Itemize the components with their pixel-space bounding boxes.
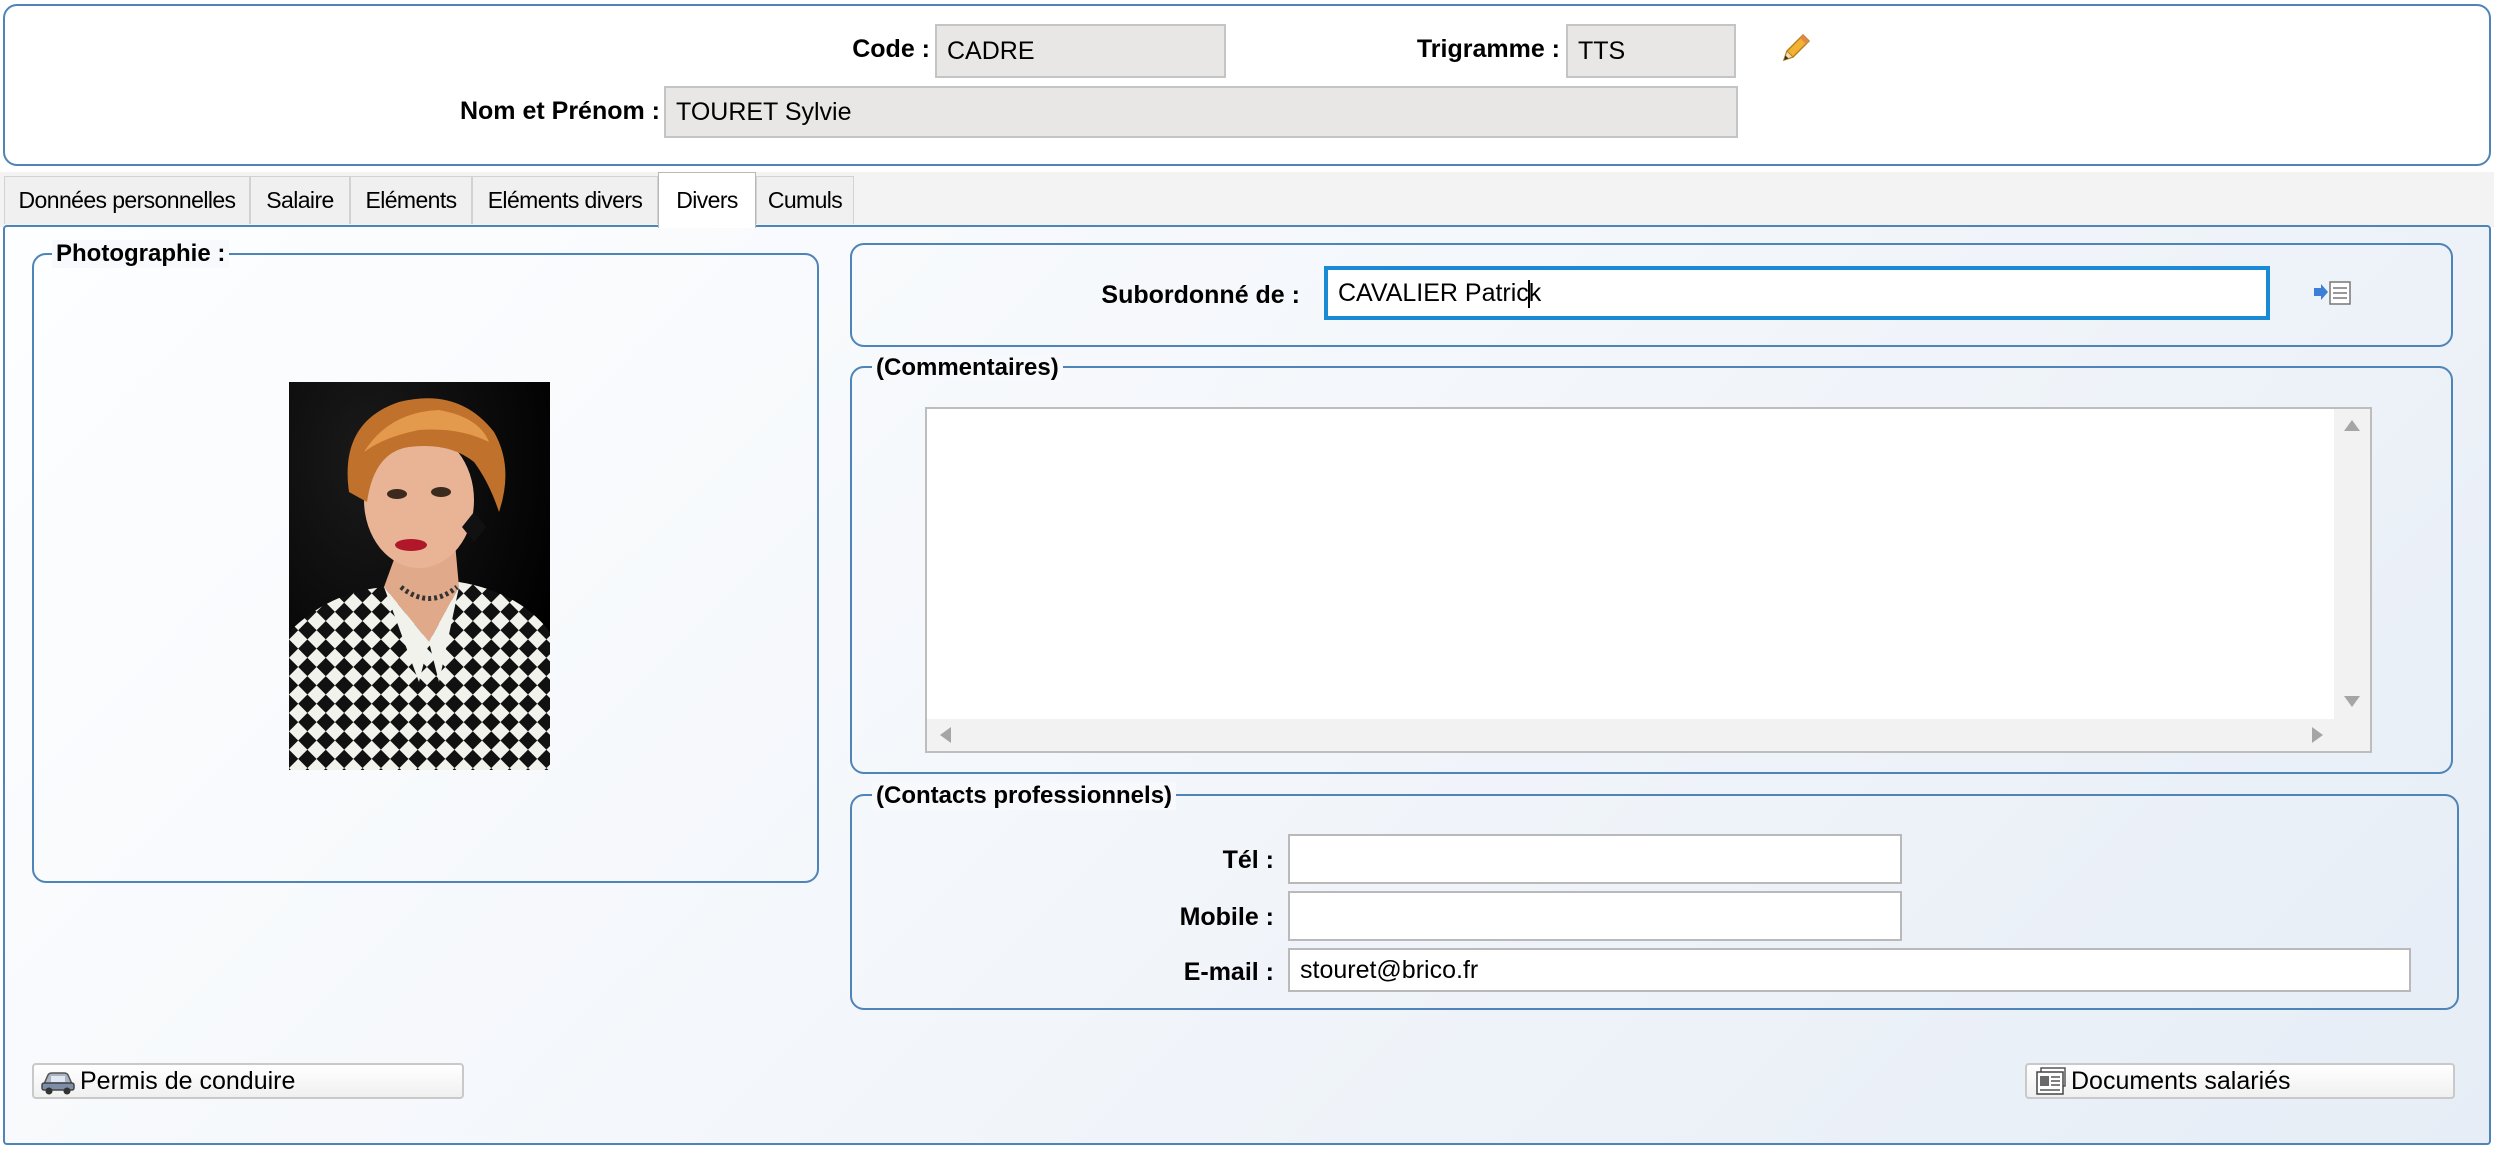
tab-divers[interactable]: Divers — [658, 172, 756, 228]
email-label: E-mail : — [1183, 958, 1274, 986]
trigramme-label: Trigramme : — [1416, 35, 1560, 63]
commentaires-textarea[interactable] — [925, 407, 2372, 753]
mobile-field[interactable] — [1288, 891, 1902, 941]
documents-salaries-label: Documents salariés — [2071, 1066, 2291, 1095]
documents-salaries-button[interactable]: Documents salariés — [2025, 1063, 2455, 1099]
scroll-up-icon[interactable] — [2344, 420, 2360, 431]
trigramme-field[interactable]: TTS — [1566, 24, 1736, 78]
scroll-left-icon[interactable] — [940, 727, 951, 743]
commentaires-vertical-scrollbar[interactable] — [2334, 409, 2370, 719]
subordonne-field[interactable]: CAVALIER Patrick — [1324, 266, 2270, 320]
nom-label: Nom et Prénom : — [459, 97, 660, 125]
tab-donnees-personnelles[interactable]: Données personnelles — [4, 176, 250, 224]
contacts-legend: (Contacts professionnels) — [872, 782, 1177, 810]
employee-photo[interactable] — [289, 382, 550, 770]
tel-label: Tél : — [1222, 846, 1274, 874]
text-caret — [1528, 280, 1530, 308]
code-field[interactable]: CADRE — [935, 24, 1226, 78]
pencil-icon[interactable] — [1778, 32, 1812, 66]
nom-field[interactable]: TOURET Sylvie — [664, 86, 1738, 138]
tab-elements[interactable]: Eléments — [350, 176, 472, 224]
tel-field[interactable] — [1288, 834, 1902, 884]
subordonne-label: Subordonné de : — [1101, 281, 1300, 309]
email-field[interactable]: stouret@brico.fr — [1288, 948, 2411, 992]
commentaires-legend: (Commentaires) — [872, 354, 1063, 382]
photo-legend: Photographie : — [52, 240, 230, 268]
mobile-label: Mobile : — [1179, 903, 1274, 931]
commentaires-horizontal-scrollbar[interactable] — [927, 719, 2370, 751]
car-icon — [40, 1067, 76, 1095]
scroll-right-icon[interactable] — [2312, 727, 2323, 743]
code-label: Code : — [852, 35, 930, 63]
permis-de-conduire-button[interactable]: Permis de conduire — [32, 1063, 464, 1099]
select-list-icon[interactable] — [2312, 278, 2354, 308]
tab-cumuls[interactable]: Cumuls — [756, 176, 854, 224]
tab-elements-divers[interactable]: Eléments divers — [472, 176, 658, 224]
tab-salaire[interactable]: Salaire — [250, 176, 350, 224]
header-panel — [3, 4, 2491, 166]
documents-icon — [2033, 1066, 2069, 1096]
scroll-down-icon[interactable] — [2344, 696, 2360, 707]
permis-de-conduire-label: Permis de conduire — [80, 1066, 296, 1095]
